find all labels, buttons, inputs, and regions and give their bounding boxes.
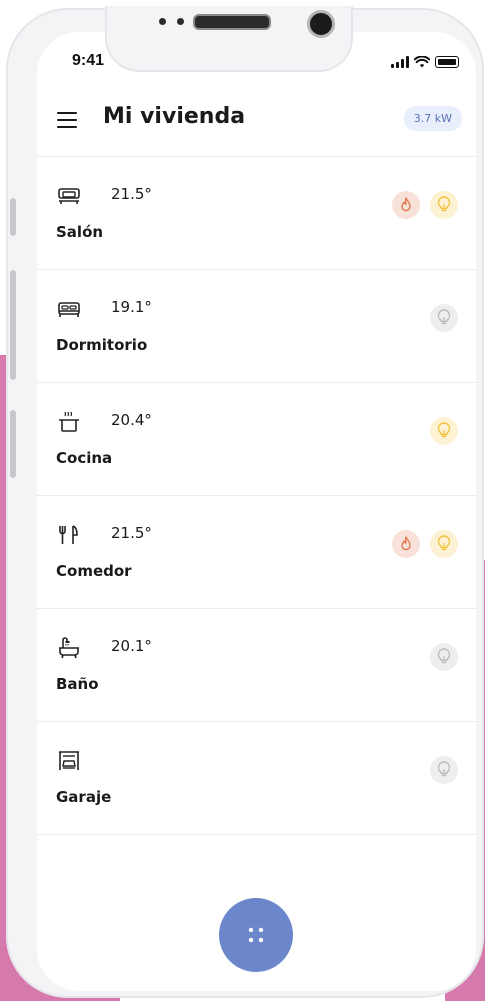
fab-grid-button[interactable] xyxy=(219,898,293,972)
room-name: Comedor xyxy=(56,562,132,580)
room-temperature: 21.5° xyxy=(111,524,152,542)
room-list: 21.5° Salón 19.1° Dormitorio 20.4° Cocin… xyxy=(37,157,476,835)
sensor-dot xyxy=(177,18,184,25)
room-actions xyxy=(430,643,458,671)
lightbulb-icon xyxy=(437,648,451,664)
heating-toggle-button[interactable] xyxy=(392,191,420,219)
garage-icon xyxy=(59,751,79,770)
wifi-icon xyxy=(414,56,430,68)
grid-dots-icon xyxy=(248,927,264,943)
heating-toggle-button[interactable] xyxy=(392,530,420,558)
room-name: Baño xyxy=(56,675,99,693)
status-icons xyxy=(391,56,459,68)
flame-icon xyxy=(401,536,411,551)
light-toggle-button[interactable] xyxy=(430,643,458,671)
room-actions xyxy=(430,756,458,784)
lightbulb-icon xyxy=(437,761,451,777)
room-actions xyxy=(430,304,458,332)
menu-icon[interactable] xyxy=(57,112,77,128)
room-item-comedor[interactable]: 21.5° Comedor xyxy=(37,496,476,609)
room-temperature: 21.5° xyxy=(111,185,152,203)
phone-frame: 9:41 Mi vivienda 3.7 kW 21.5° Salón 19.1… xyxy=(6,6,484,998)
room-actions xyxy=(430,417,458,445)
app-screen: 9:41 Mi vivienda 3.7 kW 21.5° Salón 19.1… xyxy=(37,32,476,991)
sofa-icon xyxy=(58,188,80,204)
side-button-silent xyxy=(10,198,16,236)
room-item-salon[interactable]: 21.5° Salón xyxy=(37,157,476,270)
power-usage-badge: 3.7 kW xyxy=(403,106,462,131)
light-toggle-button[interactable] xyxy=(430,530,458,558)
light-toggle-button[interactable] xyxy=(430,756,458,784)
room-temperature: 20.1° xyxy=(111,637,152,655)
room-item-dormitorio[interactable]: 19.1° Dormitorio xyxy=(37,270,476,383)
room-name: Garaje xyxy=(56,788,112,806)
light-toggle-button[interactable] xyxy=(430,191,458,219)
lightbulb-icon xyxy=(437,309,451,325)
bed-icon xyxy=(58,302,80,317)
room-name: Salón xyxy=(56,223,104,241)
signal-icon xyxy=(391,56,409,68)
room-name: Dormitorio xyxy=(56,336,148,354)
fork-knife-icon xyxy=(59,525,78,544)
side-button-volume-down xyxy=(10,410,16,478)
lightbulb-icon xyxy=(437,535,451,551)
room-name: Cocina xyxy=(56,449,113,467)
room-item-garaje[interactable]: Garaje xyxy=(37,722,476,835)
app-header: Mi vivienda 3.7 kW xyxy=(37,92,476,157)
room-actions xyxy=(392,191,458,219)
bathtub-icon xyxy=(59,637,79,659)
sensor-dot xyxy=(159,18,166,25)
page-title: Mi vivienda xyxy=(103,104,246,129)
earpiece-speaker xyxy=(193,14,271,30)
light-toggle-button[interactable] xyxy=(430,417,458,445)
lightbulb-icon xyxy=(437,196,451,212)
room-temperature: 20.4° xyxy=(111,411,152,429)
room-item-cocina[interactable]: 20.4° Cocina xyxy=(37,383,476,496)
flame-icon xyxy=(401,197,411,212)
battery-icon xyxy=(435,56,459,68)
light-toggle-button[interactable] xyxy=(430,304,458,332)
lightbulb-icon xyxy=(437,422,451,438)
side-button-volume-up xyxy=(10,270,16,380)
front-camera xyxy=(307,10,335,38)
room-item-bano[interactable]: 20.1° Baño xyxy=(37,609,476,722)
phone-notch xyxy=(105,6,353,72)
room-temperature: 19.1° xyxy=(111,298,152,316)
status-time: 9:41 xyxy=(72,52,105,69)
pot-icon xyxy=(59,411,79,432)
room-actions xyxy=(392,530,458,558)
